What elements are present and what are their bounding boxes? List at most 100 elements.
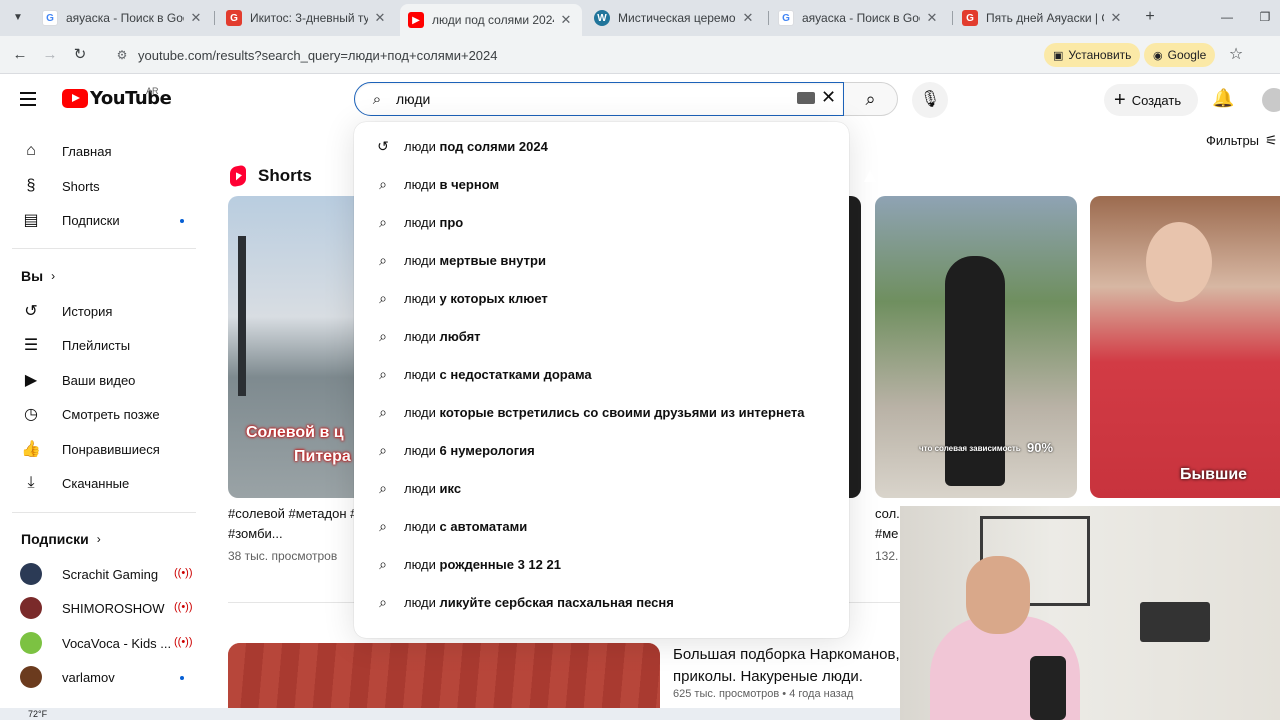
close-icon[interactable]: ✕ bbox=[188, 10, 204, 26]
notifications-bell-icon[interactable]: 🔔 bbox=[1212, 88, 1234, 109]
suggestion-completion: ликуйте сербская пасхальная песня bbox=[435, 594, 674, 610]
close-icon[interactable]: ✕ bbox=[372, 10, 388, 26]
channel-avatar bbox=[20, 597, 42, 619]
suggestion-item[interactable]: ⌕ люди 6 нумерология bbox=[354, 431, 849, 469]
tab-search-icon[interactable]: ▼ bbox=[8, 9, 28, 27]
suggestion-text: люди в черном bbox=[404, 177, 499, 192]
sidebar-subscription[interactable]: SHIMOROSHOW ((•)) bbox=[12, 591, 193, 625]
menu-icon[interactable] bbox=[20, 88, 42, 110]
chevron-right-icon: › bbox=[51, 269, 56, 283]
close-icon[interactable]: ✕ bbox=[1108, 10, 1124, 26]
suggestion-item[interactable]: ⌕ люди ликуйте сербская пасхальная песня bbox=[354, 583, 849, 621]
create-label: Создать bbox=[1131, 92, 1182, 108]
suggestion-completion: под солями 2024 bbox=[435, 138, 548, 154]
sidebar-subscription[interactable]: Scrachit Gaming ((•)) bbox=[12, 557, 193, 591]
channel-avatar bbox=[20, 563, 42, 585]
tab-title: аяуаска - Поиск в Google bbox=[802, 11, 920, 25]
tab-separator bbox=[952, 11, 953, 25]
suggestion-item[interactable]: ⌕ люди любят bbox=[354, 317, 849, 355]
filters-button[interactable]: Фильтры ⚟ bbox=[1206, 132, 1278, 149]
short-thumbnail[interactable]: Бывшие bbox=[1090, 196, 1280, 498]
google-lens-button[interactable]: ◉ Google bbox=[1144, 43, 1216, 67]
sidebar-you-heading[interactable]: Вы › bbox=[21, 268, 55, 284]
history-icon: ↺ bbox=[377, 137, 389, 154]
youtube-play-icon bbox=[62, 89, 88, 108]
new-tab-icon[interactable]: + bbox=[1140, 7, 1160, 27]
account-avatar[interactable] bbox=[1262, 88, 1280, 112]
search-box[interactable]: ⌕ ✕ bbox=[354, 82, 844, 116]
search-button[interactable]: ⌕ bbox=[844, 82, 898, 116]
browser-tab[interactable]: G Икитос: 3-дневный тур по... ✕ bbox=[218, 4, 396, 32]
close-icon[interactable]: ✕ bbox=[924, 10, 940, 26]
suggestion-text: люди рожденные 3 12 21 bbox=[404, 557, 561, 572]
downloads-icon: ⤓ bbox=[27, 474, 35, 491]
suggestion-item[interactable]: ⌕ люди которые встретились со своими дру… bbox=[354, 393, 849, 431]
back-icon[interactable]: ← bbox=[8, 43, 32, 67]
sidebar-item-playlists[interactable]: ☰ Плейлисты bbox=[12, 328, 192, 362]
channel-avatar bbox=[20, 632, 42, 654]
suggestion-item[interactable]: ⌕ люди рожденные 3 12 21 bbox=[354, 545, 849, 583]
search-input[interactable] bbox=[396, 91, 776, 107]
sidebar-item-liked[interactable]: 👍 Понравившиеся bbox=[12, 432, 192, 466]
bookmark-star-icon[interactable]: ☆ bbox=[1224, 43, 1248, 67]
suggestion-text: люди с недостатками дорама bbox=[404, 367, 592, 382]
install-app-button[interactable]: ▣ Установить bbox=[1044, 43, 1141, 67]
suggestion-item[interactable]: ⌕ люди мертвые внутри bbox=[354, 241, 849, 279]
sidebar-item-home[interactable]: ⌂ Главная bbox=[12, 134, 192, 168]
suggestion-item[interactable]: ⌕ люди у которых клюет bbox=[354, 279, 849, 317]
sidebar-item-history[interactable]: ↺ История bbox=[12, 294, 192, 328]
search-icon: ⌕ bbox=[379, 593, 387, 610]
sidebar: ⌂ Главная § Shorts ▤ Подписки Вы › ↺ Ист… bbox=[0, 126, 206, 720]
sidebar-subscription[interactable]: VocaVoca - Kids ... ((•)) bbox=[12, 626, 193, 660]
sidebar-item-downloads[interactable]: ⤓ Скачанные bbox=[12, 466, 192, 500]
keyboard-icon[interactable] bbox=[797, 92, 815, 104]
video-title[interactable]: Большая подборка Наркоманов, приколы. На… bbox=[673, 644, 913, 688]
sidebar-item-subscriptions[interactable]: ▤ Подписки bbox=[12, 203, 192, 237]
site-info-icon[interactable]: ⚙ bbox=[112, 45, 132, 65]
close-icon[interactable]: ✕ bbox=[558, 12, 574, 28]
suggestion-text: люди 6 нумерология bbox=[404, 443, 535, 458]
maximize-icon[interactable]: ❐ bbox=[1250, 6, 1280, 28]
forward-icon[interactable]: → bbox=[38, 43, 62, 67]
clear-search-icon[interactable]: ✕ bbox=[821, 87, 836, 108]
short-title[interactable]: сол... #ме... bbox=[875, 504, 899, 544]
reload-icon[interactable]: ↻ bbox=[68, 43, 92, 67]
weather-widget[interactable]: 72°F bbox=[28, 709, 47, 719]
live-icon: ((•)) bbox=[174, 601, 193, 613]
sidebar-subscription[interactable]: varlamov bbox=[12, 660, 192, 694]
lamp-post-graphic bbox=[238, 236, 246, 396]
suggestion-item[interactable]: ⌕ люди в черном bbox=[354, 165, 849, 203]
sidebar-item-watch-later[interactable]: ◷ Смотреть позже bbox=[12, 397, 192, 431]
search-icon: ⌕ bbox=[379, 289, 387, 306]
browser-toolbar: ← → ↻ ⚙ youtube.com/results?search_query… bbox=[0, 36, 1280, 74]
getyourguide-icon: G bbox=[226, 10, 242, 26]
suggestion-item[interactable]: ⌕ люди про bbox=[354, 203, 849, 241]
minimize-icon[interactable]: — bbox=[1212, 6, 1242, 28]
short-thumbnail[interactable]: что солевая зависимость 90% bbox=[875, 196, 1077, 498]
install-label: Установить bbox=[1068, 48, 1132, 62]
suggestion-item[interactable]: ⌕ люди икс bbox=[354, 469, 849, 507]
channel-name: Scrachit Gaming bbox=[62, 566, 159, 582]
suggestion-item[interactable]: ⌕ люди с автоматами bbox=[354, 507, 849, 545]
suggestion-item[interactable]: ↺ люди под солями 2024 bbox=[354, 127, 849, 165]
address-bar[interactable]: ⚙ youtube.com/results?search_query=люди+… bbox=[104, 40, 1034, 70]
browser-tab[interactable]: W Мистическая церемония... ✕ bbox=[586, 4, 764, 32]
sidebar-item-your-videos[interactable]: ▶ Ваши видео bbox=[12, 363, 192, 397]
browser-tab[interactable]: G аяуаска - Поиск в Google ✕ bbox=[770, 4, 948, 32]
suggestion-item[interactable]: ⌕ люди с недостатками дорама bbox=[354, 355, 849, 393]
your-videos-icon: ▶ bbox=[24, 372, 38, 389]
browser-tab[interactable]: G аяуаска - Поиск в Google ✕ bbox=[34, 4, 212, 32]
voice-search-button[interactable]: 🎙 bbox=[912, 82, 948, 118]
tab-title: Мистическая церемония... bbox=[618, 11, 736, 25]
suggestion-prefix: люди bbox=[404, 442, 436, 458]
sidebar-subscriptions-heading[interactable]: Подписки › bbox=[21, 531, 101, 547]
short-views: 132... bbox=[875, 549, 899, 563]
browser-tab[interactable]: G Пять дней Аяуаски | GetYo... ✕ bbox=[954, 4, 1132, 32]
search-icon: ⌕ bbox=[372, 90, 382, 108]
browser-tab-active[interactable]: ▶ люди под солями 2024 - YouTube ✕ bbox=[400, 4, 582, 36]
suggestion-prefix: люди bbox=[404, 404, 436, 420]
sidebar-item-shorts[interactable]: § Shorts bbox=[12, 169, 192, 203]
create-button[interactable]: + Создать bbox=[1104, 84, 1198, 116]
url-text[interactable]: youtube.com/results?search_query=люди+по… bbox=[138, 48, 498, 63]
close-icon[interactable]: ✕ bbox=[740, 10, 756, 26]
